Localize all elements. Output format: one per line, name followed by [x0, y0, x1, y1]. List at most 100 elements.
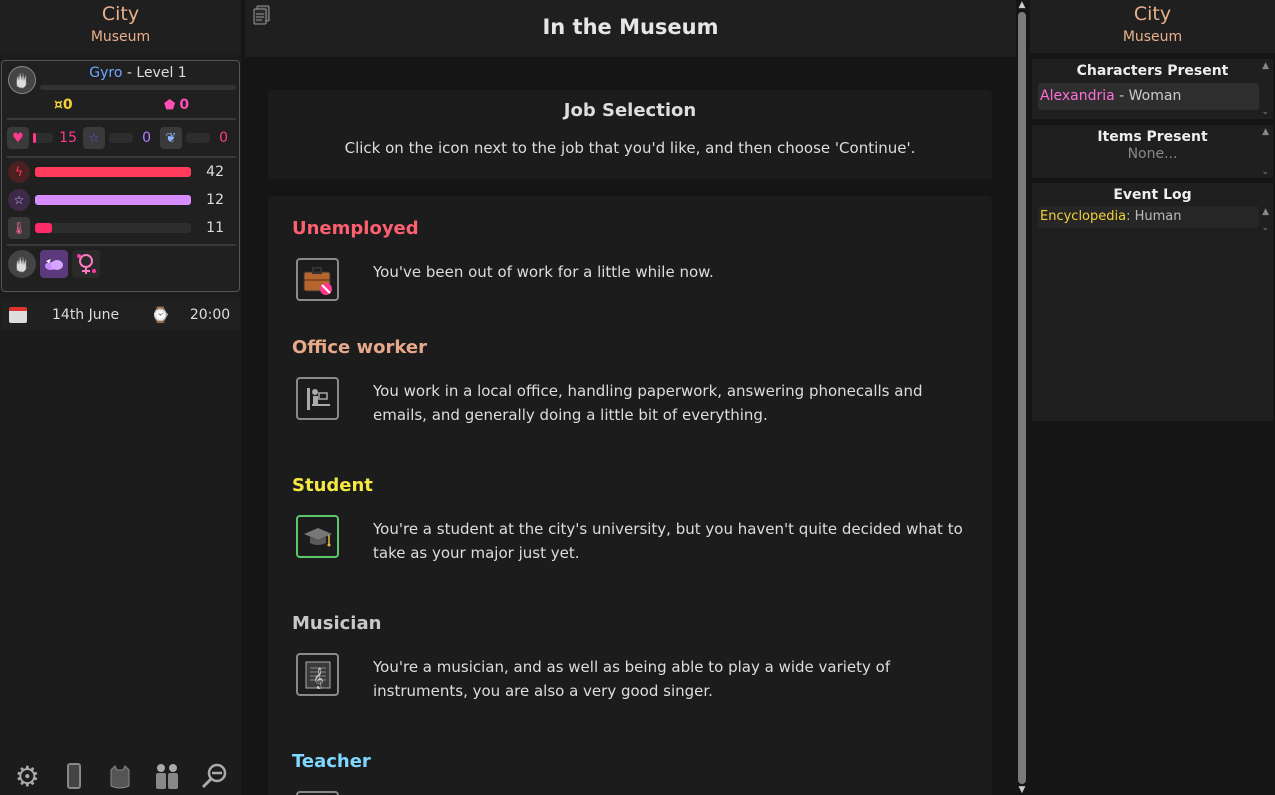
- job-teacher: Teacher: [292, 751, 972, 795]
- scroll-down-icon[interactable]: ▼: [1016, 785, 1028, 795]
- pentagram-icon[interactable]: ☆: [8, 189, 30, 211]
- scroll-down-icon[interactable]: ⌄: [1261, 223, 1269, 233]
- avatar[interactable]: [8, 66, 36, 94]
- job-desc: You've been out of work for a little whi…: [373, 263, 714, 281]
- mana-value: 0: [142, 130, 151, 146]
- job-office-worker: Office worker You work in a local office…: [292, 337, 972, 424]
- energy-value: 42: [206, 164, 224, 180]
- job-select-office-worker[interactable]: [296, 377, 339, 420]
- job-selection-hint: Click on the icon next to the job that y…: [344, 139, 916, 157]
- characters-icon[interactable]: [151, 760, 183, 792]
- aura-value: 12: [206, 192, 224, 208]
- zoom-out-icon[interactable]: [198, 760, 230, 792]
- bottom-toolbar: ⚙: [0, 757, 241, 795]
- lightning-icon[interactable]: ϟ: [8, 161, 30, 183]
- inventory-icon[interactable]: [104, 760, 136, 792]
- date-time-row: 14th June ⌚ 20:00: [1, 300, 240, 330]
- scroll-up-icon[interactable]: ▲: [1262, 207, 1269, 217]
- stat-health: ♥ 15: [7, 127, 77, 149]
- arousal-bar: [35, 223, 191, 233]
- job-name: Unemployed: [292, 218, 419, 239]
- hand-effect-icon[interactable]: [8, 250, 36, 278]
- player-level: - Level 1: [126, 65, 187, 81]
- location-city: City: [101, 3, 140, 25]
- money-value: ¤0: [54, 97, 73, 113]
- status-effects: [8, 250, 100, 278]
- date-text: 14th June: [52, 307, 120, 323]
- cloud-effect-icon[interactable]: [40, 250, 68, 278]
- player-name[interactable]: Gyro: [89, 65, 122, 81]
- stat-mana: ☆ 0: [83, 127, 151, 149]
- main-content: In the Museum Job Selection Click on the…: [241, 0, 1016, 795]
- characters-present-title: Characters Present: [1076, 63, 1229, 79]
- right-sidebar: City Museum Characters Present Alexandri…: [1030, 0, 1275, 795]
- music-sheet-icon: 𝄞: [305, 661, 330, 689]
- character-entry[interactable]: Alexandria - Woman: [1038, 83, 1259, 110]
- event-log-entry[interactable]: Encyclopedia: Human: [1038, 206, 1259, 228]
- essence-icon: ⬟: [164, 97, 176, 113]
- divider: [7, 244, 236, 246]
- log-text: : Human: [1126, 209, 1182, 224]
- mana-bar: [109, 133, 133, 143]
- graduation-cap-icon: [303, 527, 332, 546]
- thermometer-icon[interactable]: 🌡: [8, 217, 30, 239]
- location-city: City: [1133, 3, 1172, 25]
- scroll-up-icon[interactable]: ▲: [1016, 0, 1028, 10]
- location-place: Museum: [90, 29, 151, 45]
- hand-icon: [16, 72, 27, 89]
- stat-aura: ☆ 12: [8, 189, 228, 211]
- job-select-musician[interactable]: 𝄞: [296, 653, 339, 696]
- job-select-unemployed[interactable]: [296, 258, 339, 301]
- log-source[interactable]: Encyclopedia: [1040, 209, 1126, 224]
- job-select-teacher[interactable]: [296, 791, 339, 795]
- health-bar: [33, 133, 53, 143]
- heart-icon[interactable]: ♥: [7, 127, 29, 149]
- arousal-value: 11: [206, 220, 224, 236]
- characters-present-panel: Characters Present Alexandria - Woman ▲ …: [1032, 59, 1273, 119]
- stat-energy: ϟ 42: [8, 161, 228, 183]
- office-desk-icon: [306, 387, 330, 410]
- energy-bar: [35, 167, 191, 177]
- divider: [7, 156, 236, 158]
- job-desc: You're a musician, and as well as being …: [373, 658, 891, 700]
- character-race: - Woman: [1119, 88, 1182, 104]
- watch-icon[interactable]: ⌚: [151, 306, 170, 324]
- items-none-text: None...: [1127, 146, 1178, 162]
- svg-text:𝄞: 𝄞: [313, 668, 324, 689]
- stat-arousal: 🌡 11: [8, 217, 228, 239]
- job-student: Student You're a student at the city's u…: [292, 475, 972, 562]
- job-unemployed: Unemployed You've been out of work for a…: [292, 218, 972, 301]
- calendar-icon[interactable]: [9, 307, 27, 323]
- main-scrollbar[interactable]: ▲ ▼: [1016, 0, 1028, 795]
- job-selection-panel: Job Selection Click on the icon next to …: [268, 90, 992, 179]
- settings-gear-icon[interactable]: ⚙: [11, 760, 43, 793]
- location-header: City Museum: [0, 0, 241, 53]
- time-text: 20:00: [189, 307, 231, 323]
- scroll-thumb[interactable]: [1018, 12, 1026, 784]
- job-name: Musician: [292, 613, 382, 634]
- corruption-value: 0: [219, 130, 228, 146]
- stat-corruption: ❦ 0: [160, 127, 228, 149]
- job-desc: You work in a local office, handling pap…: [373, 382, 923, 424]
- items-present-panel: Items Present None... ▲ ⌄: [1032, 125, 1273, 178]
- divider: [7, 118, 236, 120]
- scroll-up-icon[interactable]: ▲: [1262, 127, 1269, 137]
- job-musician: Musician 𝄞 You're a musician, and as wel…: [292, 613, 972, 700]
- content-header: In the Museum: [245, 0, 1016, 57]
- xp-bar: [40, 85, 236, 90]
- scroll-up-icon[interactable]: ▲: [1262, 61, 1269, 71]
- phone-icon[interactable]: [58, 760, 90, 792]
- character-name[interactable]: Alexandria: [1040, 88, 1115, 104]
- event-log-title: Event Log: [1113, 187, 1192, 203]
- briefcase-forbidden-icon: [303, 266, 332, 295]
- location-header-right: City Museum: [1030, 0, 1275, 53]
- essence-row: ⬟ 0: [164, 97, 189, 113]
- wings-icon[interactable]: ❦: [160, 127, 182, 149]
- female-effect-icon[interactable]: [72, 250, 100, 278]
- job-select-student[interactable]: [296, 515, 339, 558]
- job-name: Student: [292, 475, 373, 496]
- star-icon[interactable]: ☆: [83, 127, 105, 149]
- scroll-down-icon[interactable]: ⌄: [1261, 107, 1269, 117]
- player-stats-panel: Gyro - Level 1 ¤0 ⬟ 0 ♥ 15 ☆ 0 ❦ 0 ϟ 42 …: [1, 60, 240, 292]
- scroll-down-icon[interactable]: ⌄: [1261, 167, 1269, 177]
